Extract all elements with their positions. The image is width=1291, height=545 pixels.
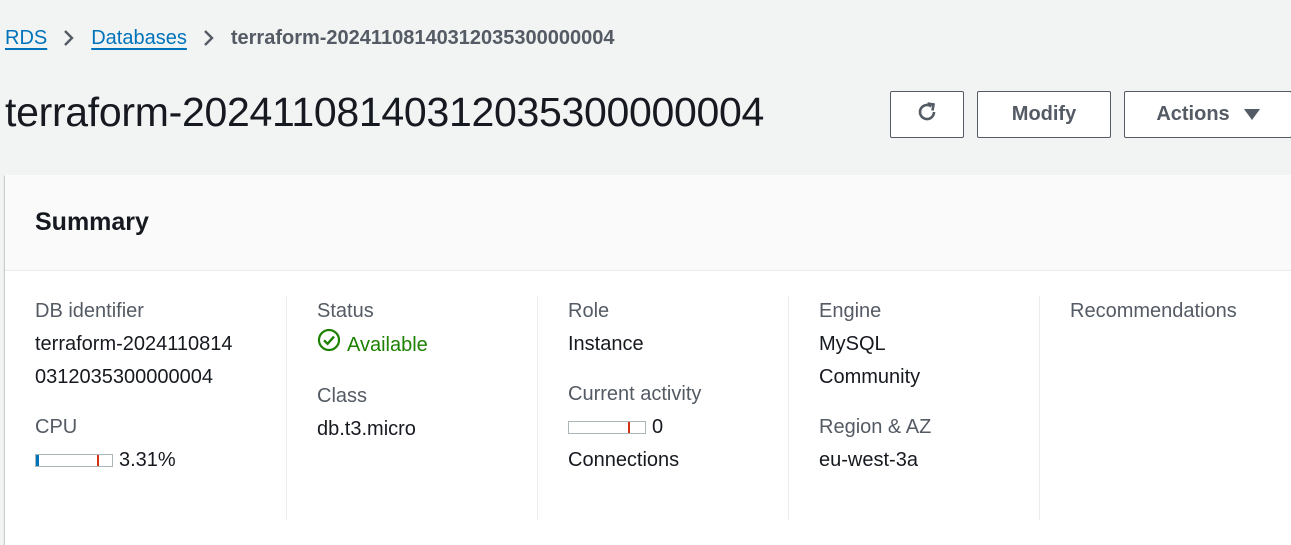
summary-column-recommendations: Recommendations — [1039, 296, 1291, 520]
current-activity-unit: Connections — [568, 449, 680, 471]
current-activity-meter-line: 0 — [568, 411, 788, 444]
recommendations-field: Recommendations — [1070, 295, 1291, 328]
current-activity-value: 0 — [652, 416, 664, 438]
refresh-icon — [914, 99, 940, 131]
engine-value: MySQL Community — [819, 333, 921, 388]
cpu-meter-line: 3.31% — [35, 444, 286, 477]
breadcrumb-link-databases[interactable]: Databases — [91, 24, 187, 52]
cpu-meter — [35, 454, 113, 467]
db-identifier-value: terraform-20241108140312035300000004 — [35, 333, 233, 388]
status-indicator: Available — [317, 328, 537, 363]
modify-button[interactable]: Modify — [977, 91, 1111, 138]
summary-panel: Summary DB identifier terraform-20241108… — [5, 175, 1291, 545]
check-circle-icon — [317, 328, 341, 363]
refresh-button[interactable] — [890, 91, 964, 138]
summary-column-identifier: DB identifier terraform-2024110814031203… — [5, 296, 286, 520]
summary-columns: DB identifier terraform-2024110814031203… — [5, 296, 1291, 520]
db-identifier-field: DB identifier terraform-2024110814031203… — [35, 295, 286, 394]
class-label: Class — [317, 385, 368, 407]
cpu-field: CPU 3.31% — [35, 411, 286, 477]
status-field: Status Available — [317, 295, 537, 363]
connections-meter-threshold — [628, 422, 631, 433]
region-az-label: Region & AZ — [819, 416, 932, 438]
recommendations-label: Recommendations — [1070, 300, 1237, 322]
cpu-label: CPU — [35, 416, 78, 438]
role-value: Instance — [568, 333, 644, 355]
current-activity-label: Current activity — [568, 383, 702, 405]
status-label: Status — [317, 300, 374, 322]
role-field: Role Instance — [568, 295, 788, 361]
chevron-right-icon — [47, 29, 91, 47]
breadcrumb-link-rds[interactable]: RDS — [5, 24, 47, 52]
breadcrumb: RDS Databases terraform-2024110814031203… — [5, 24, 615, 52]
chevron-right-icon — [187, 29, 231, 47]
breadcrumb-current: terraform-20241108140312035300000004 — [230, 27, 615, 49]
page-title: terraform-20241108140312035300000004 — [5, 89, 764, 135]
engine-label: Engine — [819, 300, 882, 322]
summary-column-engine: Engine MySQL Community Region & AZ eu-we… — [788, 296, 1039, 520]
cpu-meter-threshold — [96, 455, 99, 466]
actions-label: Actions — [1156, 103, 1230, 125]
caret-down-icon — [1243, 109, 1260, 120]
connections-meter — [568, 421, 646, 434]
current-activity-field: Current activity 0 Connections — [568, 378, 788, 477]
engine-field: Engine MySQL Community — [819, 295, 1039, 394]
actions-dropdown-button[interactable]: Actions — [1124, 91, 1291, 138]
class-field: Class db.t3.micro — [317, 380, 537, 446]
role-label: Role — [568, 300, 610, 322]
cpu-meter-fill — [36, 455, 39, 466]
status-value: Available — [347, 334, 428, 356]
db-identifier-label: DB identifier — [35, 300, 144, 322]
header-actions: Modify Actions — [890, 91, 1291, 138]
region-az-field: Region & AZ eu-west-3a — [819, 411, 1039, 477]
summary-column-role: Role Instance Current activity 0 Connect… — [537, 296, 788, 520]
summary-header: Summary — [5, 175, 1291, 271]
summary-title: Summary — [35, 208, 149, 236]
cpu-value: 3.31% — [119, 449, 176, 471]
region-az-value: eu-west-3a — [819, 449, 918, 471]
summary-column-status: Status Available Class db.t3.micro — [286, 296, 537, 520]
class-value: db.t3.micro — [317, 418, 416, 440]
